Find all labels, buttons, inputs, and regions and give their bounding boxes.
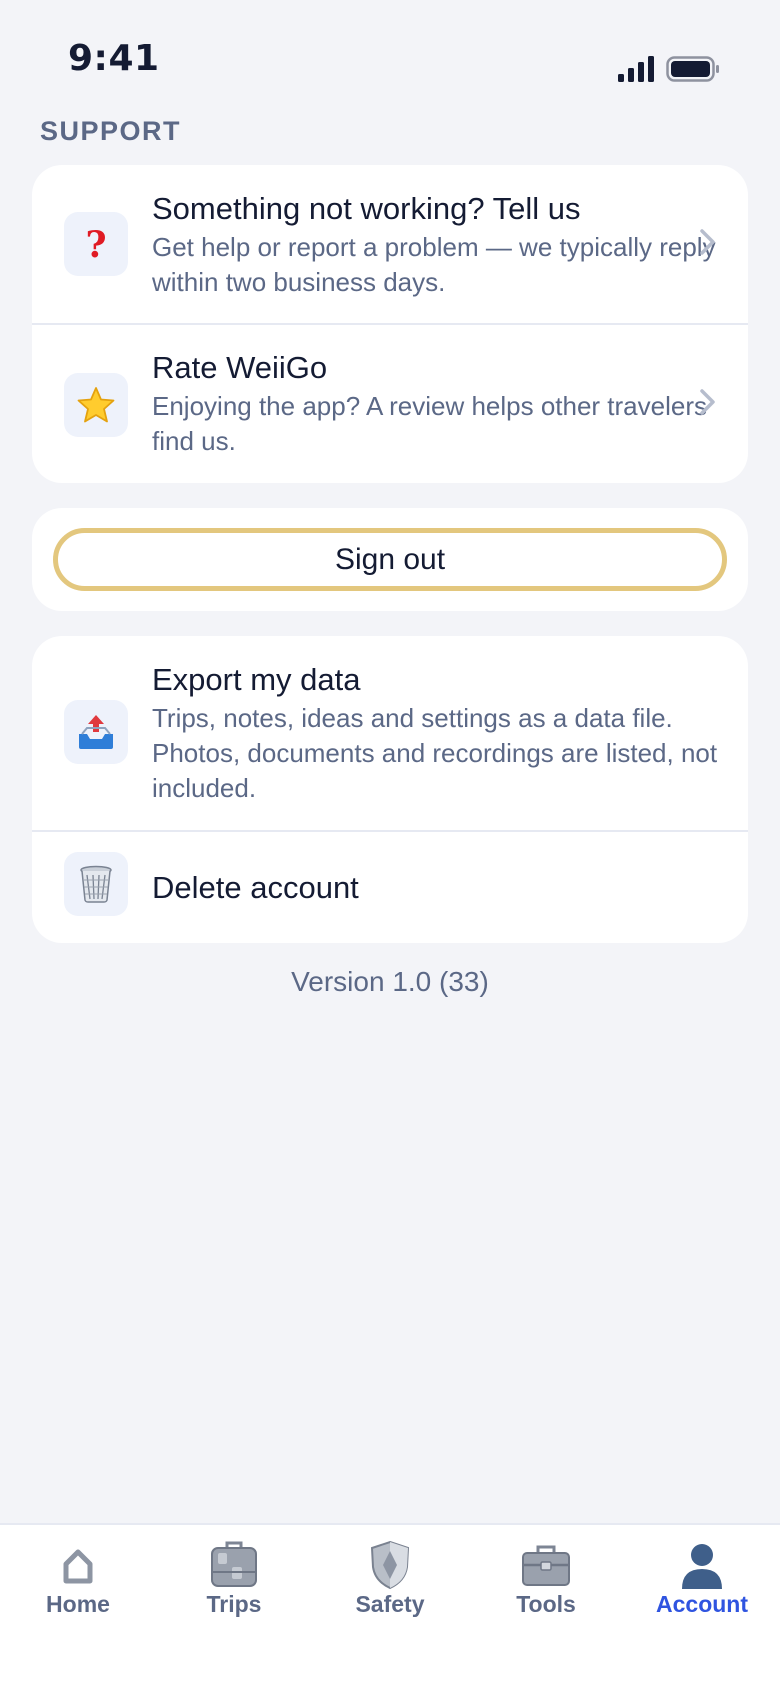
status-time: 9:41: [68, 38, 160, 79]
battery-icon: [666, 56, 719, 82]
toolbox-icon: [522, 1545, 570, 1586]
svg-text:?: ?: [85, 224, 106, 264]
row-title: Something not working? Tell us: [152, 191, 581, 226]
app-version: Version 1.0 (33): [291, 966, 489, 997]
tab-label: Safety: [355, 1591, 425, 1617]
star-icon: [64, 373, 128, 437]
tab-account[interactable]: Account: [624, 1525, 780, 1645]
outbox-tray-icon: [64, 700, 128, 764]
report-problem-row[interactable]: ? Something not working? Tell us Get hel…: [32, 165, 748, 323]
row-title: Delete account: [152, 870, 359, 905]
chevron-right-icon: [700, 229, 715, 255]
tab-bar: Home Trips Safety Tools Account: [0, 1523, 780, 1688]
tab-home[interactable]: Home: [0, 1525, 156, 1645]
row-description: Trips, notes, ideas and settings as a da…: [152, 703, 718, 803]
row-title: Export my data: [152, 662, 361, 697]
row-description: Get help or report a problem — we typica…: [152, 232, 716, 297]
luggage-icon: [211, 1541, 257, 1587]
tab-label: Home: [46, 1591, 110, 1617]
rate-app-row[interactable]: Rate WeiiGo Enjoying the app? A review h…: [32, 325, 748, 483]
tab-safety[interactable]: Safety: [312, 1525, 468, 1645]
row-description: Enjoying the app? A review helps other t…: [152, 391, 708, 456]
section-title-support: SUPPORT: [40, 116, 182, 146]
delete-account-row[interactable]: Delete account: [32, 832, 748, 943]
sign-out-button[interactable]: Sign out: [53, 528, 727, 591]
person-icon: [682, 1544, 722, 1589]
tab-label: Tools: [516, 1591, 576, 1617]
tab-trips[interactable]: Trips: [156, 1525, 312, 1645]
row-title: Rate WeiiGo: [152, 350, 328, 385]
support-card: ? Something not working? Tell us Get hel…: [32, 165, 748, 483]
export-data-row[interactable]: Export my data Trips, notes, ideas and s…: [32, 636, 748, 830]
tab-label: Trips: [206, 1591, 262, 1617]
account-data-card: Export my data Trips, notes, ideas and s…: [32, 636, 748, 943]
cellular-signal-icon: [618, 56, 654, 82]
tab-label: Account: [656, 1591, 748, 1617]
shield-icon: [370, 1540, 410, 1590]
status-bar: 9:41: [0, 0, 780, 110]
question-icon: ?: [64, 212, 128, 276]
home-icon: [63, 1549, 93, 1584]
tab-tools[interactable]: Tools: [468, 1525, 624, 1645]
sign-out-card: Sign out: [32, 508, 748, 611]
trash-icon: [64, 852, 128, 916]
chevron-right-icon: [700, 389, 715, 415]
